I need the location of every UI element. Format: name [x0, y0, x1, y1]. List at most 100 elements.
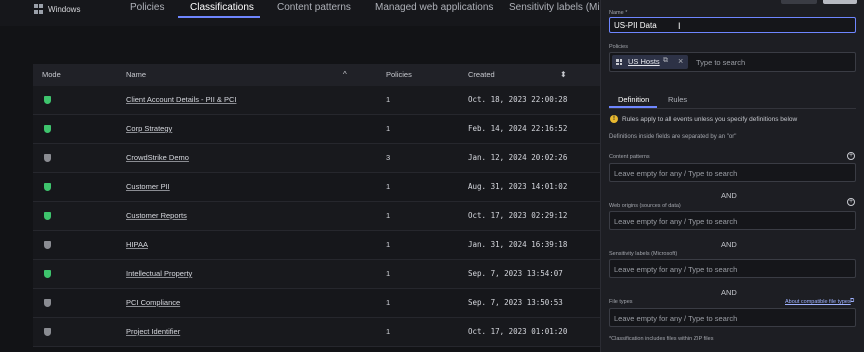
created-date: Feb. 14, 2024 22:16:52: [468, 124, 568, 133]
compatible-file-types-link[interactable]: About compatible file types: [785, 299, 851, 305]
policies-count: 1: [386, 327, 391, 336]
table-row[interactable]: Intellectual Property 1 Sep. 7, 2023 13:54…: [33, 260, 633, 289]
panel-secondary-button[interactable]: [781, 0, 817, 4]
shield-icon: [44, 96, 51, 104]
table-row[interactable]: Customer PII 1 Aug. 31, 2023 14:01:02: [33, 173, 633, 202]
table-row[interactable]: Project Identifier 1 Oct. 17, 2023 01:01:2…: [33, 318, 633, 347]
policies-search-placeholder: Type to search: [696, 58, 746, 67]
policies-count: 1: [386, 269, 391, 278]
tab-rules[interactable]: Rules: [668, 95, 687, 104]
created-date: Oct. 17, 2023 01:01:20: [468, 327, 568, 336]
classification-editor-panel: Name * US-PII Data Ι Policies US Hosts ⧉…: [600, 0, 864, 352]
policies-label: Policies: [609, 44, 628, 50]
classification-name-link[interactable]: HIPAA: [126, 240, 148, 249]
table-row[interactable]: PCI Compliance 1 Sep. 7, 2023 13:50:53: [33, 289, 633, 318]
file-types-field[interactable]: Leave empty for any / Type to search: [609, 308, 856, 327]
web-origins-field[interactable]: Leave empty for any / Type to search: [609, 211, 856, 230]
sort-toggle-icon[interactable]: ⬍: [560, 70, 567, 79]
shield-icon: [44, 212, 51, 220]
header-created[interactable]: Created: [468, 70, 495, 79]
file-types-placeholder: Leave empty for any / Type to search: [614, 314, 738, 323]
classification-name-link[interactable]: CrowdStrike Demo: [126, 153, 189, 162]
name-input[interactable]: US-PII Data Ι: [609, 17, 856, 33]
policy-chip-label[interactable]: US Hosts: [628, 57, 660, 66]
add-content-pattern-icon[interactable]: +: [847, 152, 855, 160]
created-date: Oct. 18, 2023 22:00:28: [468, 95, 568, 104]
tab-content-patterns[interactable]: Content patterns: [277, 2, 351, 13]
content-patterns-placeholder: Leave empty for any / Type to search: [614, 169, 738, 178]
tab-classifications[interactable]: Classifications: [190, 2, 254, 13]
warning-icon: !: [610, 115, 618, 123]
sensitivity-labels-label: Sensitivity labels (Microsoft): [609, 251, 678, 257]
created-date: Aug. 31, 2023 14:01:02: [468, 182, 568, 191]
created-date: Oct. 17, 2023 02:29:12: [468, 211, 568, 220]
policies-count: 3: [386, 153, 391, 162]
tab-sensitivity-labels[interactable]: Sensitivity labels (Micro: [509, 2, 613, 13]
definitions-info-text: Definitions inside fields are separated …: [609, 134, 737, 140]
and-separator: AND: [721, 240, 737, 249]
and-separator: AND: [721, 191, 737, 200]
rules-info-text: Rules apply to all events unless you spe…: [622, 116, 798, 123]
header-mode[interactable]: Mode: [42, 70, 61, 79]
active-tab-indicator: [178, 16, 260, 18]
created-date: Sep. 7, 2023 13:50:53: [468, 298, 563, 307]
table-row[interactable]: Customer Reports 1 Oct. 17, 2023 02:29:12: [33, 202, 633, 231]
external-link-icon[interactable]: ⧉: [850, 298, 854, 305]
windows-icon: [616, 59, 622, 65]
content-patterns-label: Content patterns: [609, 154, 650, 160]
sensitivity-labels-field[interactable]: Leave empty for any / Type to search: [609, 259, 856, 278]
header-policies[interactable]: Policies: [386, 70, 412, 79]
shield-icon: [44, 299, 51, 307]
classification-name-link[interactable]: Customer PII: [126, 182, 170, 191]
shield-icon: [44, 241, 51, 249]
web-origins-placeholder: Leave empty for any / Type to search: [614, 217, 738, 226]
classification-name-link[interactable]: Project Identifier: [126, 327, 180, 336]
policies-count: 1: [386, 211, 391, 220]
tab-definition[interactable]: Definition: [618, 95, 649, 104]
text-cursor-icon: Ι: [678, 21, 681, 31]
table-header: Mode Name ^ Policies Created ⬍: [33, 64, 633, 86]
tab-divider: [609, 108, 856, 109]
shield-icon: [44, 328, 51, 336]
policy-chip[interactable]: US Hosts ⧉ ×: [612, 55, 688, 69]
name-input-value: US-PII Data: [614, 21, 657, 30]
created-date: Sep. 7, 2023 13:54:07: [468, 269, 563, 278]
policies-input[interactable]: US Hosts ⧉ × Type to search: [609, 52, 856, 72]
external-link-icon[interactable]: ⧉: [663, 57, 668, 65]
shield-icon: [44, 183, 51, 191]
file-types-label: File types: [609, 299, 633, 305]
table-row[interactable]: Client Account Details - PII & PCI 1 Oct. …: [33, 86, 633, 115]
table-row[interactable]: Corp Strategy 1 Feb. 14, 2024 22:16:52: [33, 115, 633, 144]
classification-name-link[interactable]: Client Account Details - PII & PCI: [126, 95, 236, 104]
add-web-origin-icon[interactable]: +: [847, 198, 855, 206]
classification-name-link[interactable]: Corp Strategy: [126, 124, 172, 133]
table-row[interactable]: HIPAA 1 Jan. 31, 2024 16:39:18: [33, 231, 633, 260]
windows-icon: [34, 4, 44, 14]
created-date: Jan. 12, 2024 20:02:26: [468, 153, 568, 162]
classification-name-link[interactable]: Intellectual Property: [126, 269, 192, 278]
remove-chip-icon[interactable]: ×: [678, 56, 683, 66]
sort-ascending-icon[interactable]: ^: [343, 70, 347, 79]
zip-footnote: *Classification includes files within ZI…: [609, 336, 714, 342]
policies-count: 1: [386, 182, 391, 191]
shield-icon: [44, 154, 51, 162]
panel-primary-button[interactable]: [823, 0, 857, 4]
shield-icon: [44, 125, 51, 133]
created-date: Jan. 31, 2024 16:39:18: [468, 240, 568, 249]
name-label: Name *: [609, 10, 628, 16]
sensitivity-labels-placeholder: Leave empty for any / Type to search: [614, 265, 738, 274]
policies-count: 1: [386, 240, 391, 249]
header-name[interactable]: Name: [126, 70, 146, 79]
classification-name-link[interactable]: PCI Compliance: [126, 298, 180, 307]
tab-managed-web-applications[interactable]: Managed web applications: [375, 2, 493, 13]
web-origins-label: Web origins (sources of data): [609, 203, 681, 209]
content-patterns-field[interactable]: Leave empty for any / Type to search: [609, 163, 856, 182]
os-label: Windows: [48, 5, 81, 14]
policies-count: 1: [386, 124, 391, 133]
shield-icon: [44, 270, 51, 278]
policies-count: 1: [386, 298, 391, 307]
policies-count: 1: [386, 95, 391, 104]
table-row[interactable]: CrowdStrike Demo 3 Jan. 12, 2024 20:02:26: [33, 144, 633, 173]
classification-name-link[interactable]: Customer Reports: [126, 211, 187, 220]
tab-policies[interactable]: Policies: [130, 2, 164, 13]
